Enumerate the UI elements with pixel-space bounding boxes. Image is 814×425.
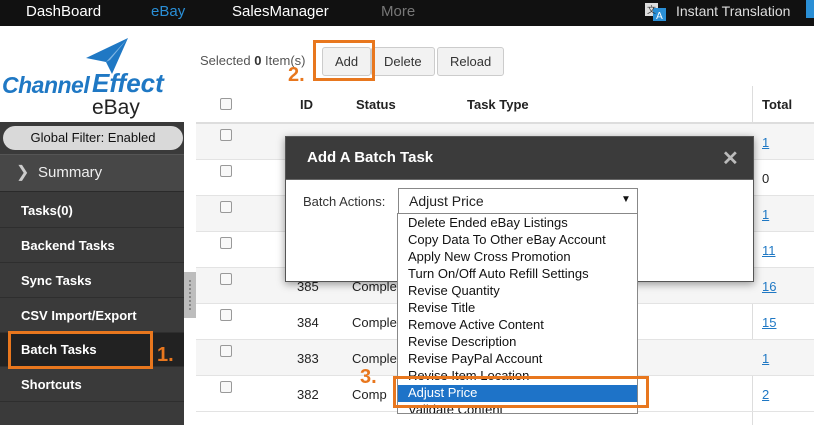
app-root: DashBoard eBay SalesManager More 文 A Ins… — [0, 0, 814, 425]
total-link[interactable]: 1 — [762, 351, 769, 366]
tab-ebay[interactable]: eBay — [151, 0, 185, 26]
status-value: Comp — [352, 387, 387, 402]
total-link[interactable]: 1 — [762, 135, 769, 150]
logo-channel-text: Channel — [2, 72, 90, 98]
select-all-checkbox[interactable] — [220, 98, 232, 110]
status-value: Complet — [352, 315, 401, 330]
dropdown-arrow-icon: ▼ — [621, 194, 631, 205]
sidebar-item-label: Backend Tasks — [21, 238, 115, 253]
row-checkbox[interactable] — [220, 309, 232, 321]
option-apply-cross-promotion[interactable]: Apply New Cross Promotion — [398, 249, 637, 266]
chevron-right-icon: ❯ — [16, 164, 30, 181]
svg-text:文: 文 — [647, 4, 656, 16]
id-value: 383 — [297, 351, 319, 366]
dialog-header: Add A Batch Task ✕ — [286, 137, 753, 179]
option-delete-ended-listings[interactable]: Delete Ended eBay Listings — [398, 215, 637, 232]
top-navigation: DashBoard eBay SalesManager More 文 A Ins… — [0, 0, 814, 26]
summary-label: Summary — [38, 164, 103, 181]
dialog-title: Add A Batch Task — [307, 149, 434, 166]
column-status[interactable]: Status — [356, 97, 396, 112]
row-checkbox[interactable] — [220, 201, 232, 213]
global-filter-badge[interactable]: Global Filter: Enabled — [3, 126, 183, 150]
id-value: 384 — [297, 315, 319, 330]
sidebar-item-label: CSV Import/Export — [21, 308, 137, 323]
sidebar-resize-handle[interactable] — [184, 272, 196, 318]
tab-dashboard[interactable]: DashBoard — [26, 0, 101, 26]
close-icon[interactable]: ✕ — [722, 146, 739, 171]
batch-actions-label: Batch Actions: — [303, 194, 386, 209]
row-checkbox[interactable] — [220, 273, 232, 285]
total-value: 0 — [762, 171, 770, 186]
row-checkbox[interactable] — [220, 165, 232, 177]
table-header: ID Status Task Type Total — [196, 86, 814, 124]
status-value: Complet — [352, 351, 401, 366]
row-checkbox[interactable] — [220, 237, 232, 249]
column-id[interactable]: ID — [300, 97, 313, 112]
sidebar-summary[interactable]: ❯ Summary — [0, 154, 184, 192]
sidebar-item-label: Shortcuts — [21, 377, 82, 392]
column-task-type[interactable]: Task Type — [467, 97, 529, 112]
logo-effect-text: Effect — [92, 68, 164, 98]
callout-box-batch-tasks — [8, 331, 153, 369]
id-value: 382 — [297, 387, 319, 402]
sidebar-item-tasks[interactable]: Tasks(0) — [0, 194, 184, 228]
total-link[interactable]: 1 — [762, 207, 769, 222]
tab-more[interactable]: More — [381, 0, 415, 26]
callout-number-2: 2. — [288, 64, 305, 86]
option-revise-description[interactable]: Revise Description — [398, 334, 637, 351]
sidebar-item-backend-tasks[interactable]: Backend Tasks — [0, 229, 184, 263]
sidebar-item-label: Sync Tasks — [21, 273, 92, 288]
option-revise-paypal[interactable]: Revise PayPal Account — [398, 351, 637, 368]
callout-box-adjust-price — [393, 376, 649, 408]
delete-button[interactable]: Delete — [371, 47, 435, 76]
callout-box-add — [313, 40, 375, 81]
top-edge-accent — [806, 0, 814, 18]
tab-salesmanager[interactable]: SalesManager — [232, 0, 329, 26]
sidebar-item-sync-tasks[interactable]: Sync Tasks — [0, 264, 184, 298]
row-checkbox[interactable] — [220, 381, 232, 393]
option-revise-quantity[interactable]: Revise Quantity — [398, 283, 637, 300]
sidebar-item-shortcuts[interactable]: Shortcuts — [0, 368, 184, 402]
instant-translation-link[interactable]: Instant Translation — [676, 0, 790, 24]
row-checkbox[interactable] — [220, 345, 232, 357]
sidebar-item-label: Tasks(0) — [21, 203, 73, 218]
total-link[interactable]: 11 — [762, 243, 776, 258]
row-checkbox[interactable] — [220, 129, 232, 141]
option-revise-title[interactable]: Revise Title — [398, 300, 637, 317]
logo-ebay-text: eBay — [92, 96, 140, 119]
total-link[interactable]: 15 — [762, 315, 776, 330]
option-copy-data[interactable]: Copy Data To Other eBay Account — [398, 232, 637, 249]
batch-actions-select[interactable]: Adjust Price ▼ — [398, 188, 638, 214]
option-remove-active-content[interactable]: Remove Active Content — [398, 317, 637, 334]
svg-text:A: A — [656, 11, 663, 22]
total-link[interactable]: 2 — [762, 387, 769, 402]
column-total[interactable]: Total — [762, 97, 792, 112]
callout-number-1: 1. — [157, 344, 174, 366]
logo: Channel Effect eBay — [0, 26, 184, 122]
batch-actions-value: Adjust Price — [409, 193, 484, 209]
translate-icon[interactable]: 文 A — [644, 2, 668, 22]
reload-button[interactable]: Reload — [437, 47, 505, 76]
total-link[interactable]: 16 — [762, 279, 776, 294]
sidebar-item-csv-import-export[interactable]: CSV Import/Export — [0, 299, 184, 333]
option-auto-refill[interactable]: Turn On/Off Auto Refill Settings — [398, 266, 637, 283]
callout-number-3: 3. — [360, 366, 377, 388]
